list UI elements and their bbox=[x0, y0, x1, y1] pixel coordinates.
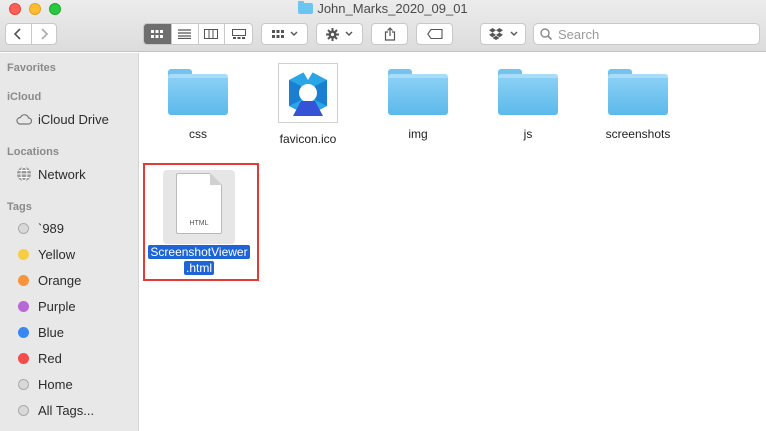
grid-icon bbox=[271, 29, 284, 38]
favorites-header: Favorites bbox=[7, 62, 56, 74]
folder-icon bbox=[168, 69, 228, 115]
sidebar-item-network[interactable]: Network bbox=[16, 166, 86, 182]
chevron-down-icon bbox=[510, 31, 517, 36]
action-menu-button[interactable] bbox=[316, 23, 363, 45]
search-field[interactable]: Search bbox=[533, 23, 760, 45]
chevron-right-icon bbox=[41, 28, 48, 40]
globe-icon bbox=[16, 166, 32, 182]
dropbox-icon bbox=[488, 28, 503, 40]
group-by-button[interactable] bbox=[261, 23, 308, 45]
folder-icon bbox=[388, 69, 448, 115]
sidebar-tag-blue[interactable]: Blue bbox=[16, 325, 64, 340]
grid-icon bbox=[151, 29, 164, 38]
sidebar-item-label: Yellow bbox=[38, 247, 76, 262]
sidebar-item-icloud-drive[interactable]: iCloud Drive bbox=[16, 111, 109, 127]
gallery-view-button[interactable] bbox=[225, 24, 252, 44]
folder-item-screenshots[interactable]: screenshots bbox=[583, 69, 693, 141]
folder-icon bbox=[608, 69, 668, 115]
folder-icon bbox=[298, 1, 314, 14]
dropbox-button[interactable] bbox=[480, 23, 526, 45]
icon-view-button[interactable] bbox=[144, 24, 172, 44]
window-toolbar: John_Marks_2020_09_01 Search bbox=[0, 0, 766, 52]
file-label: css bbox=[189, 127, 207, 141]
sidebar-item-label: Purple bbox=[38, 299, 76, 314]
chevron-down-icon bbox=[345, 31, 353, 36]
file-label: js bbox=[523, 127, 533, 141]
sidebar-item-label: `989 bbox=[38, 221, 65, 236]
tag-dot-icon bbox=[18, 275, 29, 286]
sidebar-tag-989[interactable]: `989 bbox=[16, 221, 64, 236]
window-title: John_Marks_2020_09_01 bbox=[0, 1, 766, 16]
search-icon bbox=[540, 28, 552, 40]
tags-header: Tags bbox=[7, 201, 32, 213]
file-label: img bbox=[408, 127, 428, 141]
tag-dot-icon bbox=[18, 379, 29, 390]
tag-dot-icon bbox=[18, 249, 29, 260]
file-item-favicon[interactable]: favicon.ico bbox=[253, 63, 363, 146]
sidebar-item-label: Orange bbox=[38, 273, 82, 288]
edit-tags-button[interactable] bbox=[416, 23, 453, 45]
sidebar-tag-red[interactable]: Red bbox=[16, 351, 62, 366]
sidebar: Favorites iCloud iCloud Drive Locations … bbox=[0, 53, 139, 431]
gallery-icon bbox=[231, 29, 246, 39]
sidebar-all-tags[interactable]: All Tags... bbox=[16, 403, 94, 418]
back-button[interactable] bbox=[6, 24, 32, 44]
chevron-down-icon bbox=[290, 31, 297, 36]
sidebar-item-label: Red bbox=[38, 351, 62, 366]
folder-icon bbox=[498, 69, 558, 115]
cloud-icon bbox=[16, 111, 32, 127]
tag-dot-icon bbox=[18, 223, 29, 234]
forward-button[interactable] bbox=[32, 24, 57, 44]
file-label: screenshots bbox=[605, 127, 671, 141]
sidebar-tag-orange[interactable]: Orange bbox=[16, 273, 81, 288]
file-label: favicon.ico bbox=[279, 132, 337, 146]
file-item-screenshotviewer-label[interactable]: ScreenshotViewer .html bbox=[144, 244, 254, 276]
tag-dot-icon bbox=[18, 301, 29, 312]
view-mode-control bbox=[143, 23, 253, 45]
sidebar-item-label: Home bbox=[38, 377, 73, 392]
folder-item-img[interactable]: img bbox=[363, 69, 473, 141]
sidebar-item-label: iCloud Drive bbox=[38, 111, 109, 127]
folder-item-css[interactable]: css bbox=[143, 69, 253, 141]
tag-dot-icon bbox=[18, 353, 29, 364]
columns-icon bbox=[204, 29, 219, 39]
sidebar-tag-yellow[interactable]: Yellow bbox=[16, 247, 75, 262]
share-button[interactable] bbox=[371, 23, 408, 45]
sidebar-item-label: Blue bbox=[38, 325, 65, 340]
gear-icon bbox=[326, 27, 339, 41]
list-icon bbox=[178, 29, 192, 39]
favicon-icon bbox=[278, 63, 338, 123]
sidebar-tag-purple[interactable]: Purple bbox=[16, 299, 76, 314]
chevron-left-icon bbox=[14, 28, 21, 40]
tag-dot-icon bbox=[18, 405, 29, 416]
html-document-icon[interactable]: HTML bbox=[176, 173, 222, 234]
search-placeholder: Search bbox=[558, 26, 600, 42]
share-icon bbox=[384, 27, 395, 41]
column-view-button[interactable] bbox=[199, 24, 226, 44]
icloud-header: iCloud bbox=[7, 91, 42, 103]
document-type-badge: HTML bbox=[189, 220, 209, 227]
sidebar-tag-home[interactable]: Home bbox=[16, 377, 73, 392]
back-forward-control bbox=[5, 23, 57, 45]
list-view-button[interactable] bbox=[172, 24, 199, 44]
file-label-line-2: .html bbox=[183, 261, 214, 275]
locations-header: Locations bbox=[7, 146, 59, 158]
file-label-line-1: ScreenshotViewer bbox=[148, 245, 250, 259]
tag-icon bbox=[426, 29, 443, 39]
sidebar-item-label: All Tags... bbox=[38, 403, 95, 418]
sidebar-item-label: Network bbox=[38, 166, 86, 182]
tag-dot-icon bbox=[18, 327, 29, 338]
folder-item-js[interactable]: js bbox=[473, 69, 583, 141]
